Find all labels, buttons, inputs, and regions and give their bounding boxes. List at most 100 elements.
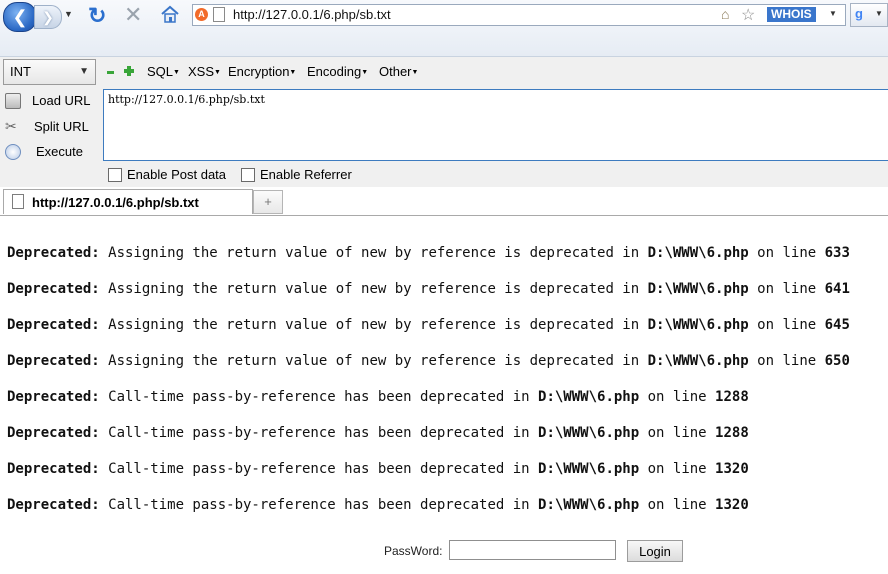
caret-icon: ▼ xyxy=(289,69,297,77)
error-line: Deprecated: Call-time pass-by-reference … xyxy=(7,389,749,405)
error-level: Deprecated: xyxy=(7,389,100,405)
error-line-number: 1288 xyxy=(715,425,749,441)
back-button[interactable]: ❮ xyxy=(3,2,37,32)
page-content: Deprecated: Assigning the return value o… xyxy=(0,216,888,574)
menu-other[interactable]: Other▼ xyxy=(379,64,418,79)
load-url-button[interactable]: Load URL xyxy=(0,90,100,112)
whois-dropdown-icon[interactable]: ▼ xyxy=(829,9,837,18)
enable-referrer-checkbox[interactable] xyxy=(241,168,255,182)
menu-label: Other xyxy=(379,64,412,79)
enable-post-checkbox[interactable] xyxy=(108,168,122,182)
stop-icon[interactable]: ✕ xyxy=(124,2,142,28)
scissors-icon: ✂ xyxy=(5,118,17,134)
type-select-value: INT xyxy=(10,64,31,79)
error-line-number: 645 xyxy=(824,317,850,333)
error-on-line: on line xyxy=(639,425,716,441)
error-on-line: on line xyxy=(748,281,825,297)
error-message: Call-time pass-by-reference has been dep… xyxy=(99,425,539,441)
error-file: D:\WWW\6.php xyxy=(647,281,749,297)
error-message: Assigning the return value of new by ref… xyxy=(99,245,648,261)
error-level: Deprecated: xyxy=(7,317,100,333)
error-line-number: 633 xyxy=(824,245,850,261)
error-line-number: 650 xyxy=(824,353,850,369)
menu-xss[interactable]: XSS▼ xyxy=(188,64,221,79)
error-level: Deprecated: xyxy=(7,461,100,477)
error-line: Deprecated: Assigning the return value o… xyxy=(7,353,850,369)
menu-label: Encoding xyxy=(307,64,362,79)
error-message: Call-time pass-by-reference has been dep… xyxy=(99,389,539,405)
enable-referrer-label: Enable Referrer xyxy=(260,167,352,182)
error-message: Call-time pass-by-reference has been dep… xyxy=(99,497,539,513)
error-on-line: on line xyxy=(748,317,825,333)
error-file: D:\WWW\6.php xyxy=(647,245,749,261)
split-url-label: Split URL xyxy=(34,119,89,134)
error-line: Deprecated: Assigning the return value o… xyxy=(7,245,850,261)
address-bar[interactable]: A http://127.0.0.1/6.php/sb.txt ⌂ ☆ WHOI… xyxy=(192,4,846,26)
caret-icon: ▼ xyxy=(361,69,369,77)
error-on-line: on line xyxy=(639,461,716,477)
execute-button[interactable]: Execute xyxy=(0,141,100,163)
error-line-number: 1320 xyxy=(715,461,749,477)
error-file: D:\WWW\6.php xyxy=(647,317,749,333)
google-icon: g xyxy=(855,6,863,21)
tab-title: http://127.0.0.1/6.php/sb.txt xyxy=(32,195,199,210)
caret-icon: ▼ xyxy=(411,69,419,77)
menu-label: SQL xyxy=(147,64,174,79)
tab-active[interactable]: http://127.0.0.1/6.php/sb.txt xyxy=(3,189,253,214)
whois-button[interactable]: WHOIS xyxy=(767,7,816,22)
error-line: Deprecated: Assigning the return value o… xyxy=(7,317,850,333)
url-text: http://127.0.0.1/6.php/sb.txt xyxy=(108,93,265,106)
password-input[interactable] xyxy=(449,540,616,560)
split-url-button[interactable]: ✂ Split URL xyxy=(0,116,100,138)
error-level: Deprecated: xyxy=(7,245,100,261)
document-icon xyxy=(12,194,24,209)
menu-encryption[interactable]: Encryption▼ xyxy=(228,64,296,79)
error-file: D:\WWW\6.php xyxy=(647,353,749,369)
load-url-label: Load URL xyxy=(32,93,91,108)
forward-button[interactable]: ❯ xyxy=(34,5,62,29)
new-tab-button[interactable]: + xyxy=(253,190,283,214)
error-line-number: 1288 xyxy=(715,389,749,405)
execute-label: Execute xyxy=(36,144,83,159)
history-dropdown-icon[interactable]: ▼ xyxy=(64,9,73,19)
error-line: Deprecated: Call-time pass-by-reference … xyxy=(7,497,749,513)
search-engine-button[interactable]: g ▼ xyxy=(850,3,888,27)
error-level: Deprecated: xyxy=(7,497,100,513)
error-line-number: 641 xyxy=(824,281,850,297)
menu-encoding[interactable]: Encoding▼ xyxy=(307,64,368,79)
tab-bar: http://127.0.0.1/6.php/sb.txt + xyxy=(0,187,888,216)
error-file: D:\WWW\6.php xyxy=(538,389,640,405)
back-arrow-icon: ❮ xyxy=(12,7,28,27)
menu-label: XSS xyxy=(188,64,215,79)
execute-icon xyxy=(5,144,21,160)
bookmark-star-icon[interactable]: ☆ xyxy=(741,5,755,25)
error-line-number: 1320 xyxy=(715,497,749,513)
home-icon[interactable] xyxy=(160,4,180,24)
address-url[interactable]: http://127.0.0.1/6.php/sb.txt xyxy=(233,7,391,22)
decrease-icon[interactable] xyxy=(107,71,114,74)
error-message: Assigning the return value of new by ref… xyxy=(99,317,648,333)
refresh-icon[interactable]: ↻ xyxy=(88,3,106,29)
caret-icon: ▼ xyxy=(173,69,180,77)
type-select[interactable]: INT ▼ xyxy=(3,59,96,85)
caret-icon: ▼ xyxy=(214,69,221,77)
password-label: PassWord: xyxy=(384,544,443,558)
home-page-icon[interactable]: ⌂ xyxy=(721,6,729,22)
error-level: Deprecated: xyxy=(7,353,100,369)
error-file: D:\WWW\6.php xyxy=(538,425,640,441)
error-message: Assigning the return value of new by ref… xyxy=(99,353,648,369)
error-on-line: on line xyxy=(748,245,825,261)
menu-label: Encryption xyxy=(228,64,290,79)
site-badge-icon: A xyxy=(195,8,208,21)
menu-sql[interactable]: SQL▼ xyxy=(147,64,180,79)
error-on-line: on line xyxy=(639,389,716,405)
increase-icon[interactable] xyxy=(124,66,134,76)
error-on-line: on line xyxy=(639,497,716,513)
url-textarea[interactable]: http://127.0.0.1/6.php/sb.txt xyxy=(103,89,888,161)
browser-toolbar: ❮ ❯ ▼ ↻ ✕ A http://127.0.0.1/6.php/sb.tx… xyxy=(0,0,888,57)
error-on-line: on line xyxy=(748,353,825,369)
error-message: Call-time pass-by-reference has been dep… xyxy=(99,461,539,477)
enable-post-label: Enable Post data xyxy=(127,167,227,182)
plus-icon: + xyxy=(264,194,272,209)
login-button[interactable]: Login xyxy=(627,540,683,562)
